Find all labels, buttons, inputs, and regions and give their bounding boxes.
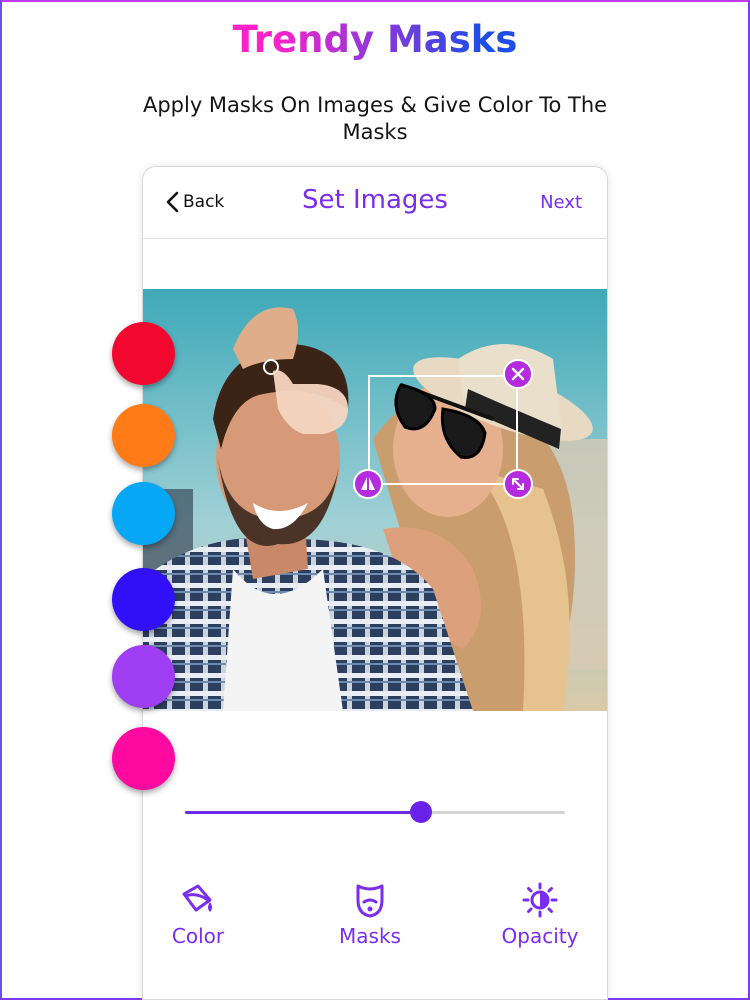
photo-canvas[interactable] — [143, 289, 607, 711]
screen-title: Set Images — [302, 185, 448, 215]
color-swatch-magenta[interactable] — [112, 727, 175, 790]
masks-tool-button[interactable]: Masks — [305, 882, 435, 948]
couple-photo — [143, 289, 607, 711]
color-swatch-red[interactable] — [112, 322, 175, 385]
color-swatch-purple[interactable] — [112, 645, 175, 708]
flip-mask-button[interactable] — [353, 469, 383, 499]
beard-mask-icon — [356, 884, 384, 918]
app-tagline: Apply Masks On Images & Give Color To Th… — [142, 93, 608, 144]
slider-fill — [185, 811, 421, 814]
color-tool-label: Color — [171, 924, 225, 948]
close-icon — [511, 367, 525, 381]
color-swatch-blue-violet[interactable] — [112, 568, 175, 631]
opacity-tool-label: Opacity — [501, 924, 579, 948]
slider-thumb[interactable] — [410, 801, 432, 823]
opacity-slider[interactable] — [185, 801, 565, 823]
flip-icon — [361, 477, 375, 490]
brightness-icon — [522, 882, 558, 918]
app-title: Trendy Masks — [0, 18, 750, 61]
mask-selection-box[interactable] — [368, 375, 518, 485]
color-swatch-orange[interactable] — [112, 404, 175, 467]
paint-bucket-icon — [182, 884, 212, 912]
color-swatch-sky-blue[interactable] — [112, 482, 175, 545]
resize-icon — [512, 478, 524, 490]
close-mask-button[interactable] — [503, 359, 533, 389]
resize-mask-button[interactable] — [503, 469, 533, 499]
masks-tool-label: Masks — [339, 924, 401, 948]
next-button[interactable]: Next — [540, 192, 582, 213]
opacity-tool-button[interactable]: Opacity — [475, 882, 605, 948]
nav-bar: Back Set Images Next — [143, 167, 607, 239]
color-tool-button[interactable]: Color — [133, 882, 263, 948]
